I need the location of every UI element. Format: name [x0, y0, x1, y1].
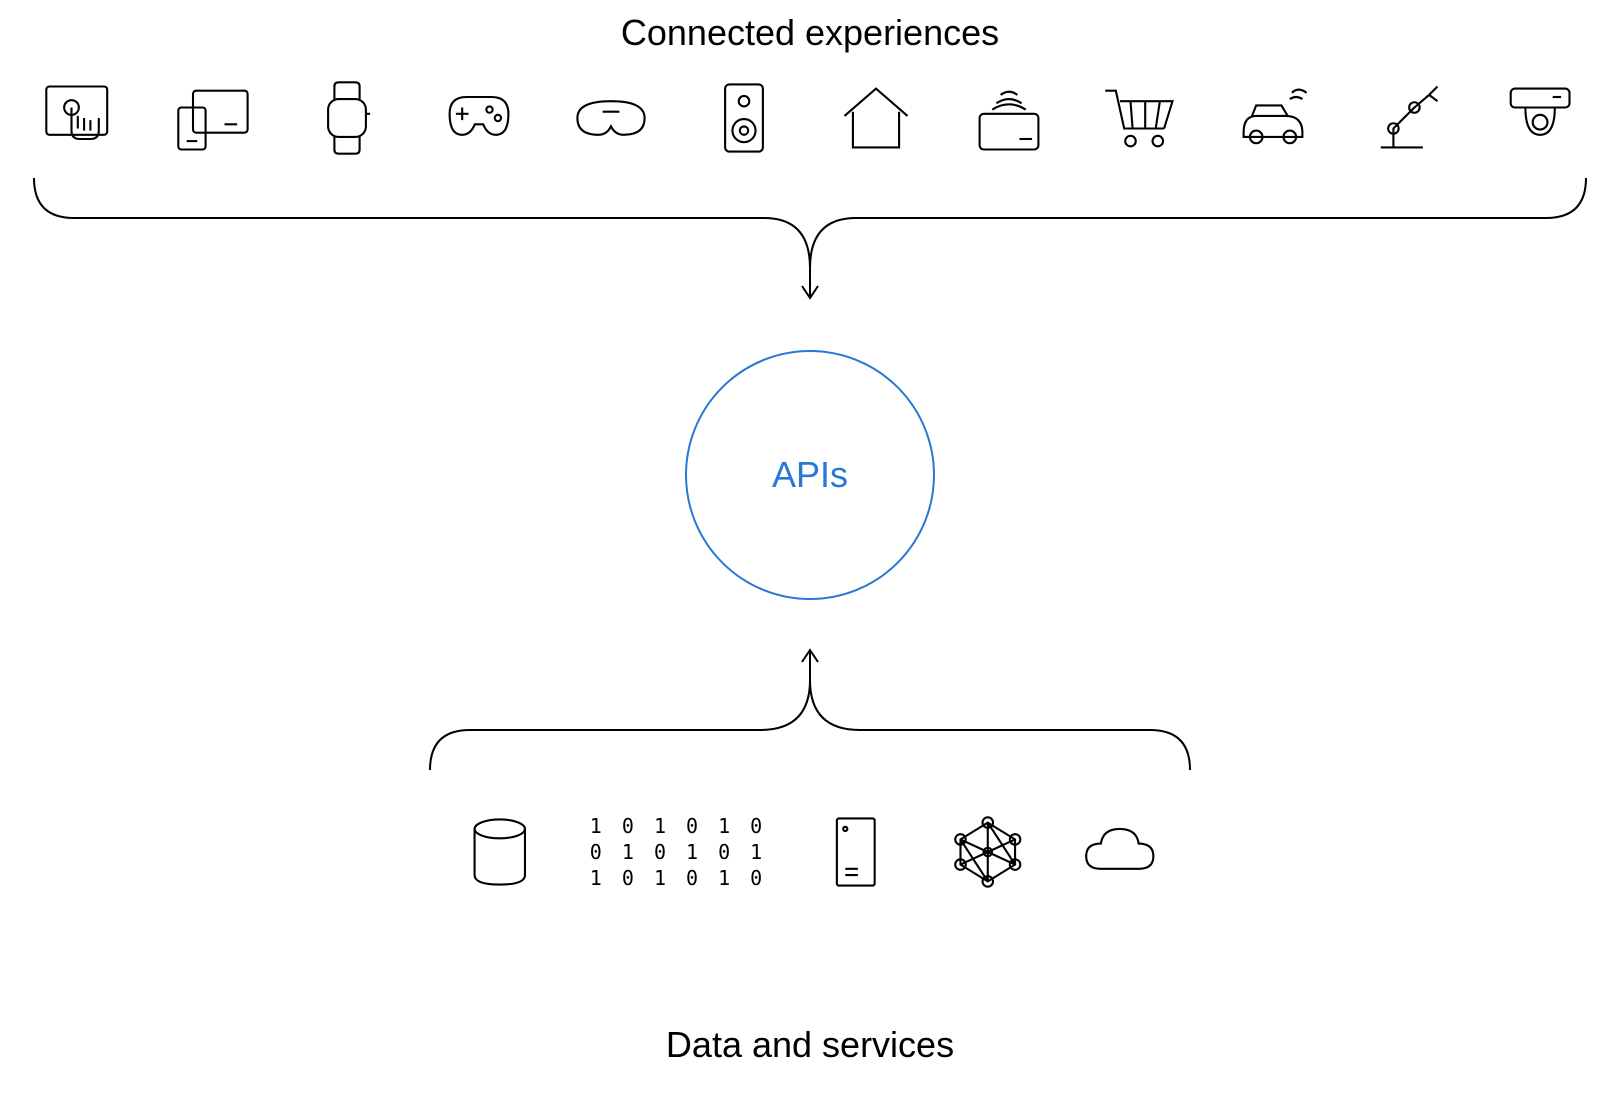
- apis-circle: APIs: [685, 350, 935, 600]
- smartwatch-icon: [305, 76, 389, 160]
- connected-car-icon: [1231, 76, 1315, 160]
- database-icon: [458, 810, 542, 894]
- home-icon: [834, 76, 918, 160]
- security-camera-icon: [1496, 76, 1580, 160]
- bottom-icon-row: 1 0 1 0 1 0 0 1 0 1 0 1 1 0 1 0 1 0: [458, 810, 1162, 894]
- shopping-cart-icon: [1099, 76, 1183, 160]
- vr-headset-icon: [569, 76, 653, 160]
- contactless-payment-icon: [967, 76, 1051, 160]
- connected-experiences-title: Connected experiences: [621, 12, 999, 54]
- binary-text: 1 0 1 0 1 0 0 1 0 1 0 1 1 0 1 0 1 0: [590, 813, 766, 891]
- devices-icon: [172, 76, 256, 160]
- binary-data-icon: 1 0 1 0 1 0 0 1 0 1 0 1 1 0 1 0 1 0: [590, 810, 766, 894]
- cloud-icon: [1078, 810, 1162, 894]
- gamepad-icon: [437, 76, 521, 160]
- server-icon: [814, 810, 898, 894]
- top-icon-row: [40, 76, 1580, 160]
- robot-arm-icon: [1364, 76, 1448, 160]
- network-graph-icon: [946, 810, 1030, 894]
- bottom-bracket: [420, 640, 1200, 770]
- data-and-services-title: Data and services: [666, 1024, 954, 1066]
- top-bracket: [24, 178, 1596, 308]
- touchscreen-icon: [40, 76, 124, 160]
- apis-label: APIs: [772, 454, 848, 496]
- speaker-icon: [702, 76, 786, 160]
